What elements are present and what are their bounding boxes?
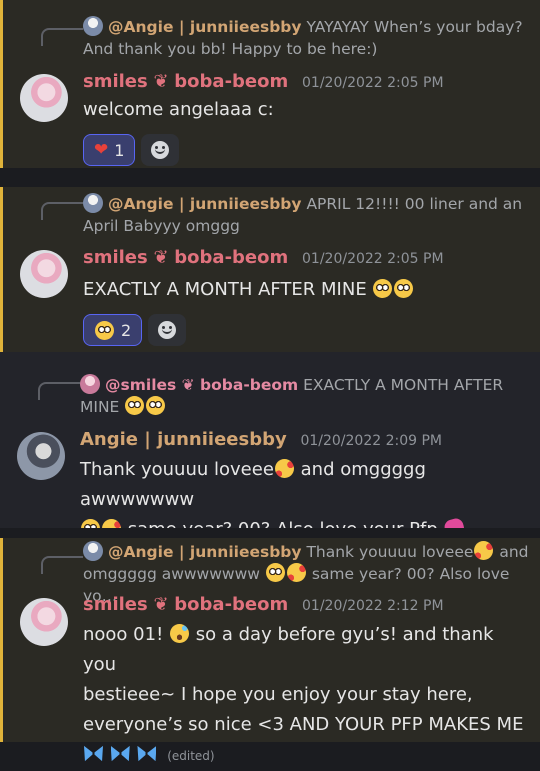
reaction-pleading[interactable]: 2 — [83, 314, 143, 346]
pleading-face-emoji — [95, 320, 114, 340]
reply-text: Thank youuuu loveee — [306, 543, 474, 561]
text-segment: bestieee~ I hope you enjoy your stay her… — [83, 684, 473, 705]
reply-connector — [41, 202, 83, 220]
blue-butterfly-emoji — [84, 745, 103, 762]
author-suffix[interactable]: boba-beom — [174, 71, 288, 92]
reaction-count: 2 — [121, 320, 132, 340]
reaction-count: 1 — [114, 140, 125, 160]
author-name[interactable]: Angie | junniieesbby — [80, 429, 287, 450]
reply-mention[interactable]: @Angie | junniieesbby — [108, 18, 302, 36]
message-text-body: EXACTLY A MONTH AFTER MINE — [83, 279, 367, 300]
blue-butterfly-emoji — [137, 745, 157, 762]
edited-label: (edited) — [167, 749, 215, 763]
message-header: Angie | junniieesbby 01/20/2022 2:09 PM — [80, 428, 442, 453]
smiling-face-with-hearts-emoji — [286, 563, 306, 582]
message-text: welcome angelaaa c: — [83, 99, 274, 120]
reactions: ❤ 1 — [83, 134, 180, 166]
reply-mention[interactable]: @smiles ❦ boba-beom — [105, 376, 298, 394]
author-name[interactable]: smiles — [83, 594, 148, 615]
author-name[interactable]: smiles — [83, 71, 148, 92]
reply-preview[interactable]: @Angie | junniieesbby YAYAYAY When’s you… — [83, 16, 530, 60]
reply-avatar — [83, 16, 103, 36]
reply-connector — [41, 28, 83, 46]
pleading-face-emoji — [146, 396, 166, 415]
pleading-face-emoji — [394, 279, 414, 298]
message-2[interactable]: @Angie | junniieesbby APRIL 12!!!! 00 li… — [0, 187, 540, 352]
message-header: smiles ❦ boba-beom 01/20/2022 2:12 PM — [83, 593, 444, 618]
message-header: smiles ❦ boba-beom 01/20/2022 2:05 PM — [83, 246, 444, 271]
pleading-face-emoji — [373, 279, 393, 298]
smiling-face-with-hearts-emoji — [474, 541, 494, 560]
reply-mention[interactable]: @Angie | junniieesbby — [108, 195, 302, 213]
message-3[interactable]: @smiles ❦ boba-beom EXACTLY A MONTH AFTE… — [0, 352, 540, 541]
text-segment: everyone’s so nice <3 AND YOUR PFP MAKES… — [83, 714, 524, 735]
text-segment: Thank youuuu loveee — [80, 459, 274, 480]
add-reaction-icon — [151, 141, 170, 159]
heart-glyph: ❦ — [153, 247, 169, 268]
author-name[interactable]: smiles — [83, 247, 148, 268]
sweat-smile-emoji — [170, 624, 190, 643]
heart-glyph: ❦ — [153, 594, 169, 615]
message-text: EXACTLY A MONTH AFTER MINE — [83, 275, 526, 305]
reply-connector — [41, 556, 83, 574]
reaction-heart[interactable]: ❤ 1 — [83, 134, 136, 166]
reply-preview[interactable]: @smiles ❦ boba-beom EXACTLY A MONTH AFTE… — [80, 374, 530, 418]
message-text: nooo 01! so a day before gyu’s! and than… — [83, 620, 526, 771]
reply-mention[interactable]: @Angie | junniieesbby — [108, 543, 302, 561]
separator — [0, 168, 540, 187]
avatar[interactable] — [20, 250, 68, 298]
timestamp: 01/20/2022 2:09 PM — [300, 433, 442, 449]
add-reaction-button[interactable] — [141, 134, 180, 166]
reply-avatar — [83, 541, 103, 561]
author-suffix[interactable]: boba-beom — [174, 594, 288, 615]
avatar[interactable] — [17, 432, 65, 480]
timestamp: 01/20/2022 2:12 PM — [302, 598, 444, 614]
timestamp: 01/20/2022 2:05 PM — [302, 75, 444, 91]
heart-emoji: ❤ — [94, 140, 109, 160]
smiling-face-with-hearts-emoji — [274, 459, 294, 478]
pleading-face-emoji — [265, 563, 285, 582]
blue-butterfly-emoji — [110, 745, 130, 762]
avatar[interactable] — [20, 74, 68, 122]
message-4[interactable]: @Angie | junniieesbby Thank youuuu lovee… — [0, 538, 540, 763]
heart-glyph: ❦ — [153, 71, 169, 92]
reply-avatar — [83, 193, 103, 213]
add-reaction-icon — [158, 321, 177, 339]
add-reaction-button[interactable] — [148, 314, 187, 346]
reply-preview[interactable]: @Angie | junniieesbby APRIL 12!!!! 00 li… — [83, 193, 530, 237]
text-segment: nooo 01! — [83, 624, 164, 645]
reply-avatar — [80, 374, 100, 394]
avatar[interactable] — [20, 598, 68, 646]
separator — [0, 528, 540, 538]
message-header: smiles ❦ boba-beom 01/20/2022 2:05 PM — [83, 70, 444, 95]
reply-connector — [38, 382, 80, 400]
pleading-face-emoji — [125, 396, 145, 415]
reactions: 2 — [83, 314, 187, 346]
message-1[interactable]: @Angie | junniieesbby YAYAYAY When’s you… — [0, 0, 540, 168]
author-suffix[interactable]: boba-beom — [174, 247, 288, 268]
timestamp: 01/20/2022 2:05 PM — [302, 251, 444, 267]
